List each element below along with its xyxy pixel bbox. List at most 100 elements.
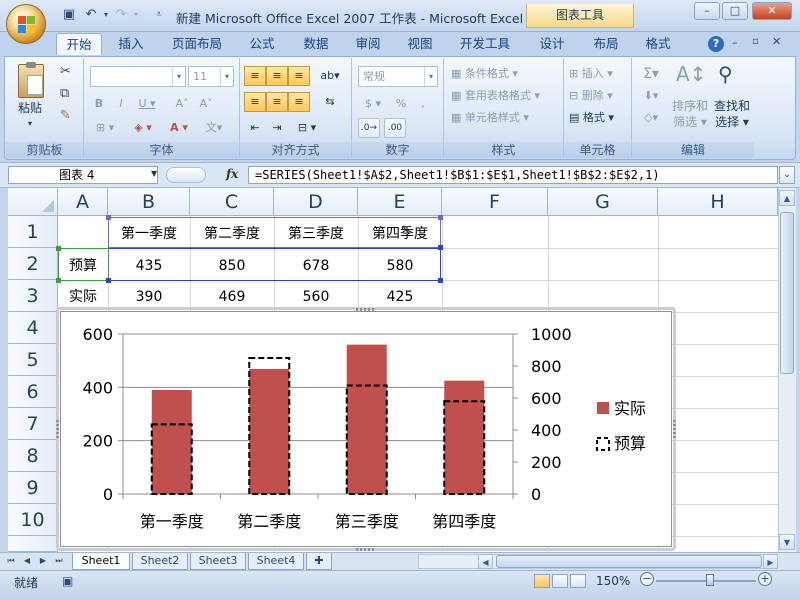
autosum-icon[interactable]: Σ▾ [638,64,664,84]
font-name-combo[interactable]: ▾ [90,66,186,87]
select-all-button[interactable] [8,188,58,216]
copy-icon[interactable]: ⧉ [60,86,69,101]
format-as-table-button[interactable]: ▦ 套用表格格式 ▾ [450,86,558,106]
column-header-d[interactable]: D [274,188,358,216]
scroll-down-icon[interactable]: ▼ [779,534,795,550]
chart-resize-handle-top[interactable] [356,308,374,311]
chart-svg[interactable]: 0 200 400 600 0 200 400 600 800 1000 第一季度 第二季度 第三季度 第… [61,312,673,548]
sort-filter-icon[interactable]: A↕ [676,62,706,86]
help-icon[interactable]: ? [708,36,724,52]
row-header-4[interactable]: 4 [8,312,58,344]
range-handle[interactable] [56,278,61,283]
zoom-out-icon[interactable]: − [640,572,654,586]
row-header-8[interactable]: 8 [8,440,58,472]
orientation-icon[interactable]: ab▾ [316,66,344,86]
row-header-2[interactable]: 2 [8,248,58,280]
macro-record-icon[interactable]: ▣ [62,574,73,588]
prev-sheet-icon[interactable]: ◀ [20,554,34,568]
row-header-9[interactable]: 9 [8,472,58,504]
sheet-tab-2[interactable]: Sheet2 [132,553,188,570]
tab-developer[interactable]: 开发工具 [452,33,518,55]
column-header-h[interactable]: H [658,188,778,216]
vertical-scroll-thumb[interactable] [780,212,794,374]
tab-format[interactable]: 格式 [636,33,680,55]
row-header-3[interactable]: 3 [8,280,58,312]
align-top-icon[interactable]: ≡ [244,66,266,86]
font-size-combo[interactable]: 11 ▾ [188,66,234,87]
tab-formulas[interactable]: 公式 [240,33,284,55]
format-cells-button[interactable]: ▤ 格式 ▾ [568,108,628,128]
ribbon-minimize-icon[interactable]: – [732,36,738,49]
borders-icon[interactable]: ⊞ ▾ [90,118,120,138]
formula-bar-expand-icon[interactable]: ⌄ [779,166,795,184]
row-header-10[interactable]: 10 [8,504,58,536]
align-middle-icon[interactable]: ≡ [266,66,288,86]
paste-dropdown-icon[interactable]: ▾ [10,116,50,132]
sort-filter-button[interactable]: 排序和 [668,98,712,114]
align-bottom-icon[interactable]: ≡ [288,66,310,86]
chart-resize-handle-left[interactable] [56,420,59,438]
decrease-indent-icon[interactable]: ⇤ [244,118,266,138]
page-break-view-icon[interactable] [570,574,586,588]
cell-styles-button[interactable]: ▦ 单元格样式 ▾ [450,108,558,128]
horizontal-scroll-thumb[interactable] [496,555,762,568]
find-select-button[interactable]: 查找和 [710,98,754,114]
underline-icon[interactable]: U ▾ [134,94,160,114]
last-sheet-icon[interactable]: ⏭ [52,554,66,568]
tab-review[interactable]: 审阅 [346,33,390,55]
cell-a3[interactable]: 实际 [58,281,108,309]
percent-style-icon[interactable]: % [392,94,410,114]
range-handle[interactable] [106,278,111,283]
sheet-tab-4[interactable]: Sheet4 [248,553,304,570]
tab-design[interactable]: 设计 [530,33,574,55]
paste-icon[interactable] [18,62,44,98]
chart-resize-handle-right[interactable] [673,420,676,438]
comma-style-icon[interactable]: , [414,94,432,114]
normal-view-icon[interactable] [534,574,550,588]
increase-decimal-icon[interactable]: .0→ [358,118,380,138]
cell-c3[interactable]: 469 [190,281,274,309]
name-box[interactable]: 图表 4 [8,166,158,184]
tab-layout[interactable]: 布局 [584,33,628,55]
customize-qat-icon[interactable]: ⩡ [150,6,168,24]
insert-sheet-icon[interactable]: ✚ [306,553,332,570]
fill-icon[interactable]: ⬇▾ [638,86,664,106]
next-sheet-icon[interactable]: ▶ [36,554,50,568]
align-right-icon[interactable]: ≡ [288,92,310,112]
column-header-e[interactable]: E [358,188,442,216]
sheet-tab-3[interactable]: Sheet3 [190,553,246,570]
close-button[interactable]: ✕ [752,2,792,20]
grow-font-icon[interactable]: A˄ [172,94,192,114]
phonetic-icon[interactable]: 文▾ [200,118,228,138]
range-handle[interactable] [106,215,111,220]
name-box-dropdown-icon[interactable]: ▼ [151,169,157,178]
bold-icon[interactable]: B [90,94,108,114]
tab-view[interactable]: 视图 [398,33,442,55]
range-handle[interactable] [438,278,443,283]
maximize-button[interactable]: □ [722,2,748,20]
wrap-text-icon[interactable]: ⇆ [316,92,344,112]
conditional-formatting-button[interactable]: ▦ 条件格式 ▾ [450,64,558,84]
formula-input[interactable]: =SERIES(Sheet1!$A$2,Sheet1!$B$1:$E$1,She… [248,166,778,184]
column-header-c[interactable]: C [190,188,274,216]
cell-e3[interactable]: 425 [358,281,442,309]
office-button[interactable] [6,4,46,44]
cut-icon[interactable]: ✂ [60,64,71,79]
column-header-f[interactable]: F [442,188,548,216]
tab-page-layout[interactable]: 页面布局 [164,33,230,55]
chart-area[interactable]: 0 200 400 600 0 200 400 600 800 1000 第一季度 第二季度 第三季度 第… [60,311,672,547]
sheet-tab-1[interactable]: Sheet1 [72,553,130,570]
page-layout-view-icon[interactable] [552,574,568,588]
zoom-slider-thumb[interactable] [706,574,714,586]
italic-icon[interactable]: I [112,94,130,114]
zoom-level[interactable]: 150% [596,574,630,588]
fill-color-icon[interactable]: ◈ ▾ [128,118,158,138]
decrease-decimal-icon[interactable]: .00 [384,118,406,138]
tab-data[interactable]: 数据 [294,33,338,55]
row-header-1[interactable]: 1 [8,216,58,248]
delete-cells-button[interactable]: ⊟ 删除 ▾ [568,86,628,106]
column-header-g[interactable]: G [548,188,658,216]
redo-dropdown-icon[interactable]: ▾ [127,6,145,24]
cell-b3[interactable]: 390 [108,281,190,309]
tab-insert[interactable]: 插入 [108,33,154,55]
